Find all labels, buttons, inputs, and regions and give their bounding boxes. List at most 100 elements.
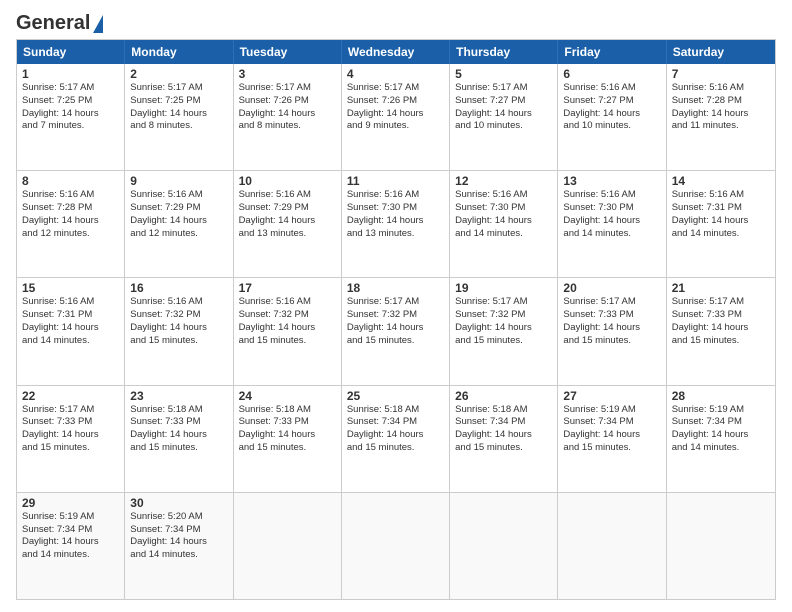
day-cell: 6Sunrise: 5:16 AMSunset: 7:27 PMDaylight… (558, 64, 666, 170)
day-number: 16 (130, 281, 227, 295)
day-info: Sunrise: 5:17 AMSunset: 7:33 PMDaylight:… (22, 404, 119, 455)
day-number: 24 (239, 389, 336, 403)
day-number: 25 (347, 389, 444, 403)
day-info: Sunrise: 5:16 AMSunset: 7:27 PMDaylight:… (563, 82, 660, 133)
day-cell: 11Sunrise: 5:16 AMSunset: 7:30 PMDayligh… (342, 171, 450, 277)
day-number: 10 (239, 174, 336, 188)
day-info: Sunrise: 5:16 AMSunset: 7:31 PMDaylight:… (672, 189, 770, 240)
day-cell: 27Sunrise: 5:19 AMSunset: 7:34 PMDayligh… (558, 386, 666, 492)
week-row-3: 15Sunrise: 5:16 AMSunset: 7:31 PMDayligh… (17, 277, 775, 384)
day-number: 8 (22, 174, 119, 188)
day-cell: 13Sunrise: 5:16 AMSunset: 7:30 PMDayligh… (558, 171, 666, 277)
day-info: Sunrise: 5:17 AMSunset: 7:26 PMDaylight:… (347, 82, 444, 133)
day-info: Sunrise: 5:17 AMSunset: 7:32 PMDaylight:… (347, 296, 444, 347)
day-info: Sunrise: 5:17 AMSunset: 7:25 PMDaylight:… (22, 82, 119, 133)
day-number: 30 (130, 496, 227, 510)
day-cell: 21Sunrise: 5:17 AMSunset: 7:33 PMDayligh… (667, 278, 775, 384)
week-row-5: 29Sunrise: 5:19 AMSunset: 7:34 PMDayligh… (17, 492, 775, 599)
day-info: Sunrise: 5:16 AMSunset: 7:30 PMDaylight:… (347, 189, 444, 240)
day-cell: 14Sunrise: 5:16 AMSunset: 7:31 PMDayligh… (667, 171, 775, 277)
day-info: Sunrise: 5:17 AMSunset: 7:27 PMDaylight:… (455, 82, 552, 133)
day-info: Sunrise: 5:16 AMSunset: 7:30 PMDaylight:… (455, 189, 552, 240)
day-number: 18 (347, 281, 444, 295)
day-number: 9 (130, 174, 227, 188)
header-friday: Friday (558, 40, 666, 64)
day-cell: 18Sunrise: 5:17 AMSunset: 7:32 PMDayligh… (342, 278, 450, 384)
day-cell: 2Sunrise: 5:17 AMSunset: 7:25 PMDaylight… (125, 64, 233, 170)
day-number: 15 (22, 281, 119, 295)
logo-general: General (16, 12, 90, 35)
day-number: 5 (455, 67, 552, 81)
week-row-4: 22Sunrise: 5:17 AMSunset: 7:33 PMDayligh… (17, 385, 775, 492)
day-number: 23 (130, 389, 227, 403)
day-cell (450, 493, 558, 599)
day-cell: 29Sunrise: 5:19 AMSunset: 7:34 PMDayligh… (17, 493, 125, 599)
day-info: Sunrise: 5:19 AMSunset: 7:34 PMDaylight:… (22, 511, 119, 562)
day-cell: 9Sunrise: 5:16 AMSunset: 7:29 PMDaylight… (125, 171, 233, 277)
day-number: 28 (672, 389, 770, 403)
day-number: 4 (347, 67, 444, 81)
header-sunday: Sunday (17, 40, 125, 64)
day-info: Sunrise: 5:16 AMSunset: 7:28 PMDaylight:… (22, 189, 119, 240)
day-cell: 12Sunrise: 5:16 AMSunset: 7:30 PMDayligh… (450, 171, 558, 277)
day-info: Sunrise: 5:16 AMSunset: 7:32 PMDaylight:… (130, 296, 227, 347)
day-cell: 3Sunrise: 5:17 AMSunset: 7:26 PMDaylight… (234, 64, 342, 170)
day-number: 3 (239, 67, 336, 81)
week-row-1: 1Sunrise: 5:17 AMSunset: 7:25 PMDaylight… (17, 64, 775, 170)
day-number: 14 (672, 174, 770, 188)
day-cell: 15Sunrise: 5:16 AMSunset: 7:31 PMDayligh… (17, 278, 125, 384)
day-cell (558, 493, 666, 599)
day-cell: 26Sunrise: 5:18 AMSunset: 7:34 PMDayligh… (450, 386, 558, 492)
header: General (16, 12, 776, 31)
page: General Sunday Monday Tuesday Wednesday … (0, 0, 792, 612)
day-info: Sunrise: 5:16 AMSunset: 7:30 PMDaylight:… (563, 189, 660, 240)
header-thursday: Thursday (450, 40, 558, 64)
week-row-2: 8Sunrise: 5:16 AMSunset: 7:28 PMDaylight… (17, 170, 775, 277)
day-info: Sunrise: 5:17 AMSunset: 7:26 PMDaylight:… (239, 82, 336, 133)
day-number: 1 (22, 67, 119, 81)
day-info: Sunrise: 5:19 AMSunset: 7:34 PMDaylight:… (563, 404, 660, 455)
day-cell: 7Sunrise: 5:16 AMSunset: 7:28 PMDaylight… (667, 64, 775, 170)
day-cell: 20Sunrise: 5:17 AMSunset: 7:33 PMDayligh… (558, 278, 666, 384)
day-info: Sunrise: 5:18 AMSunset: 7:33 PMDaylight:… (130, 404, 227, 455)
day-info: Sunrise: 5:20 AMSunset: 7:34 PMDaylight:… (130, 511, 227, 562)
logo-triangle-icon (93, 15, 103, 33)
day-info: Sunrise: 5:17 AMSunset: 7:33 PMDaylight:… (563, 296, 660, 347)
day-number: 26 (455, 389, 552, 403)
day-cell: 19Sunrise: 5:17 AMSunset: 7:32 PMDayligh… (450, 278, 558, 384)
day-cell: 24Sunrise: 5:18 AMSunset: 7:33 PMDayligh… (234, 386, 342, 492)
day-number: 19 (455, 281, 552, 295)
day-cell (234, 493, 342, 599)
day-info: Sunrise: 5:17 AMSunset: 7:25 PMDaylight:… (130, 82, 227, 133)
day-cell: 22Sunrise: 5:17 AMSunset: 7:33 PMDayligh… (17, 386, 125, 492)
day-number: 11 (347, 174, 444, 188)
header-tuesday: Tuesday (234, 40, 342, 64)
day-number: 2 (130, 67, 227, 81)
day-info: Sunrise: 5:17 AMSunset: 7:32 PMDaylight:… (455, 296, 552, 347)
day-info: Sunrise: 5:18 AMSunset: 7:34 PMDaylight:… (455, 404, 552, 455)
day-number: 21 (672, 281, 770, 295)
day-info: Sunrise: 5:16 AMSunset: 7:29 PMDaylight:… (239, 189, 336, 240)
day-cell: 4Sunrise: 5:17 AMSunset: 7:26 PMDaylight… (342, 64, 450, 170)
header-saturday: Saturday (667, 40, 775, 64)
day-info: Sunrise: 5:16 AMSunset: 7:28 PMDaylight:… (672, 82, 770, 133)
day-info: Sunrise: 5:16 AMSunset: 7:31 PMDaylight:… (22, 296, 119, 347)
day-info: Sunrise: 5:19 AMSunset: 7:34 PMDaylight:… (672, 404, 770, 455)
day-cell: 5Sunrise: 5:17 AMSunset: 7:27 PMDaylight… (450, 64, 558, 170)
day-number: 7 (672, 67, 770, 81)
calendar: Sunday Monday Tuesday Wednesday Thursday… (16, 39, 776, 600)
day-info: Sunrise: 5:17 AMSunset: 7:33 PMDaylight:… (672, 296, 770, 347)
day-number: 22 (22, 389, 119, 403)
day-number: 17 (239, 281, 336, 295)
logo: General (16, 12, 103, 31)
day-cell: 23Sunrise: 5:18 AMSunset: 7:33 PMDayligh… (125, 386, 233, 492)
day-cell: 25Sunrise: 5:18 AMSunset: 7:34 PMDayligh… (342, 386, 450, 492)
day-cell: 17Sunrise: 5:16 AMSunset: 7:32 PMDayligh… (234, 278, 342, 384)
day-cell (667, 493, 775, 599)
day-number: 20 (563, 281, 660, 295)
day-number: 13 (563, 174, 660, 188)
header-monday: Monday (125, 40, 233, 64)
day-number: 12 (455, 174, 552, 188)
day-number: 27 (563, 389, 660, 403)
day-cell: 10Sunrise: 5:16 AMSunset: 7:29 PMDayligh… (234, 171, 342, 277)
